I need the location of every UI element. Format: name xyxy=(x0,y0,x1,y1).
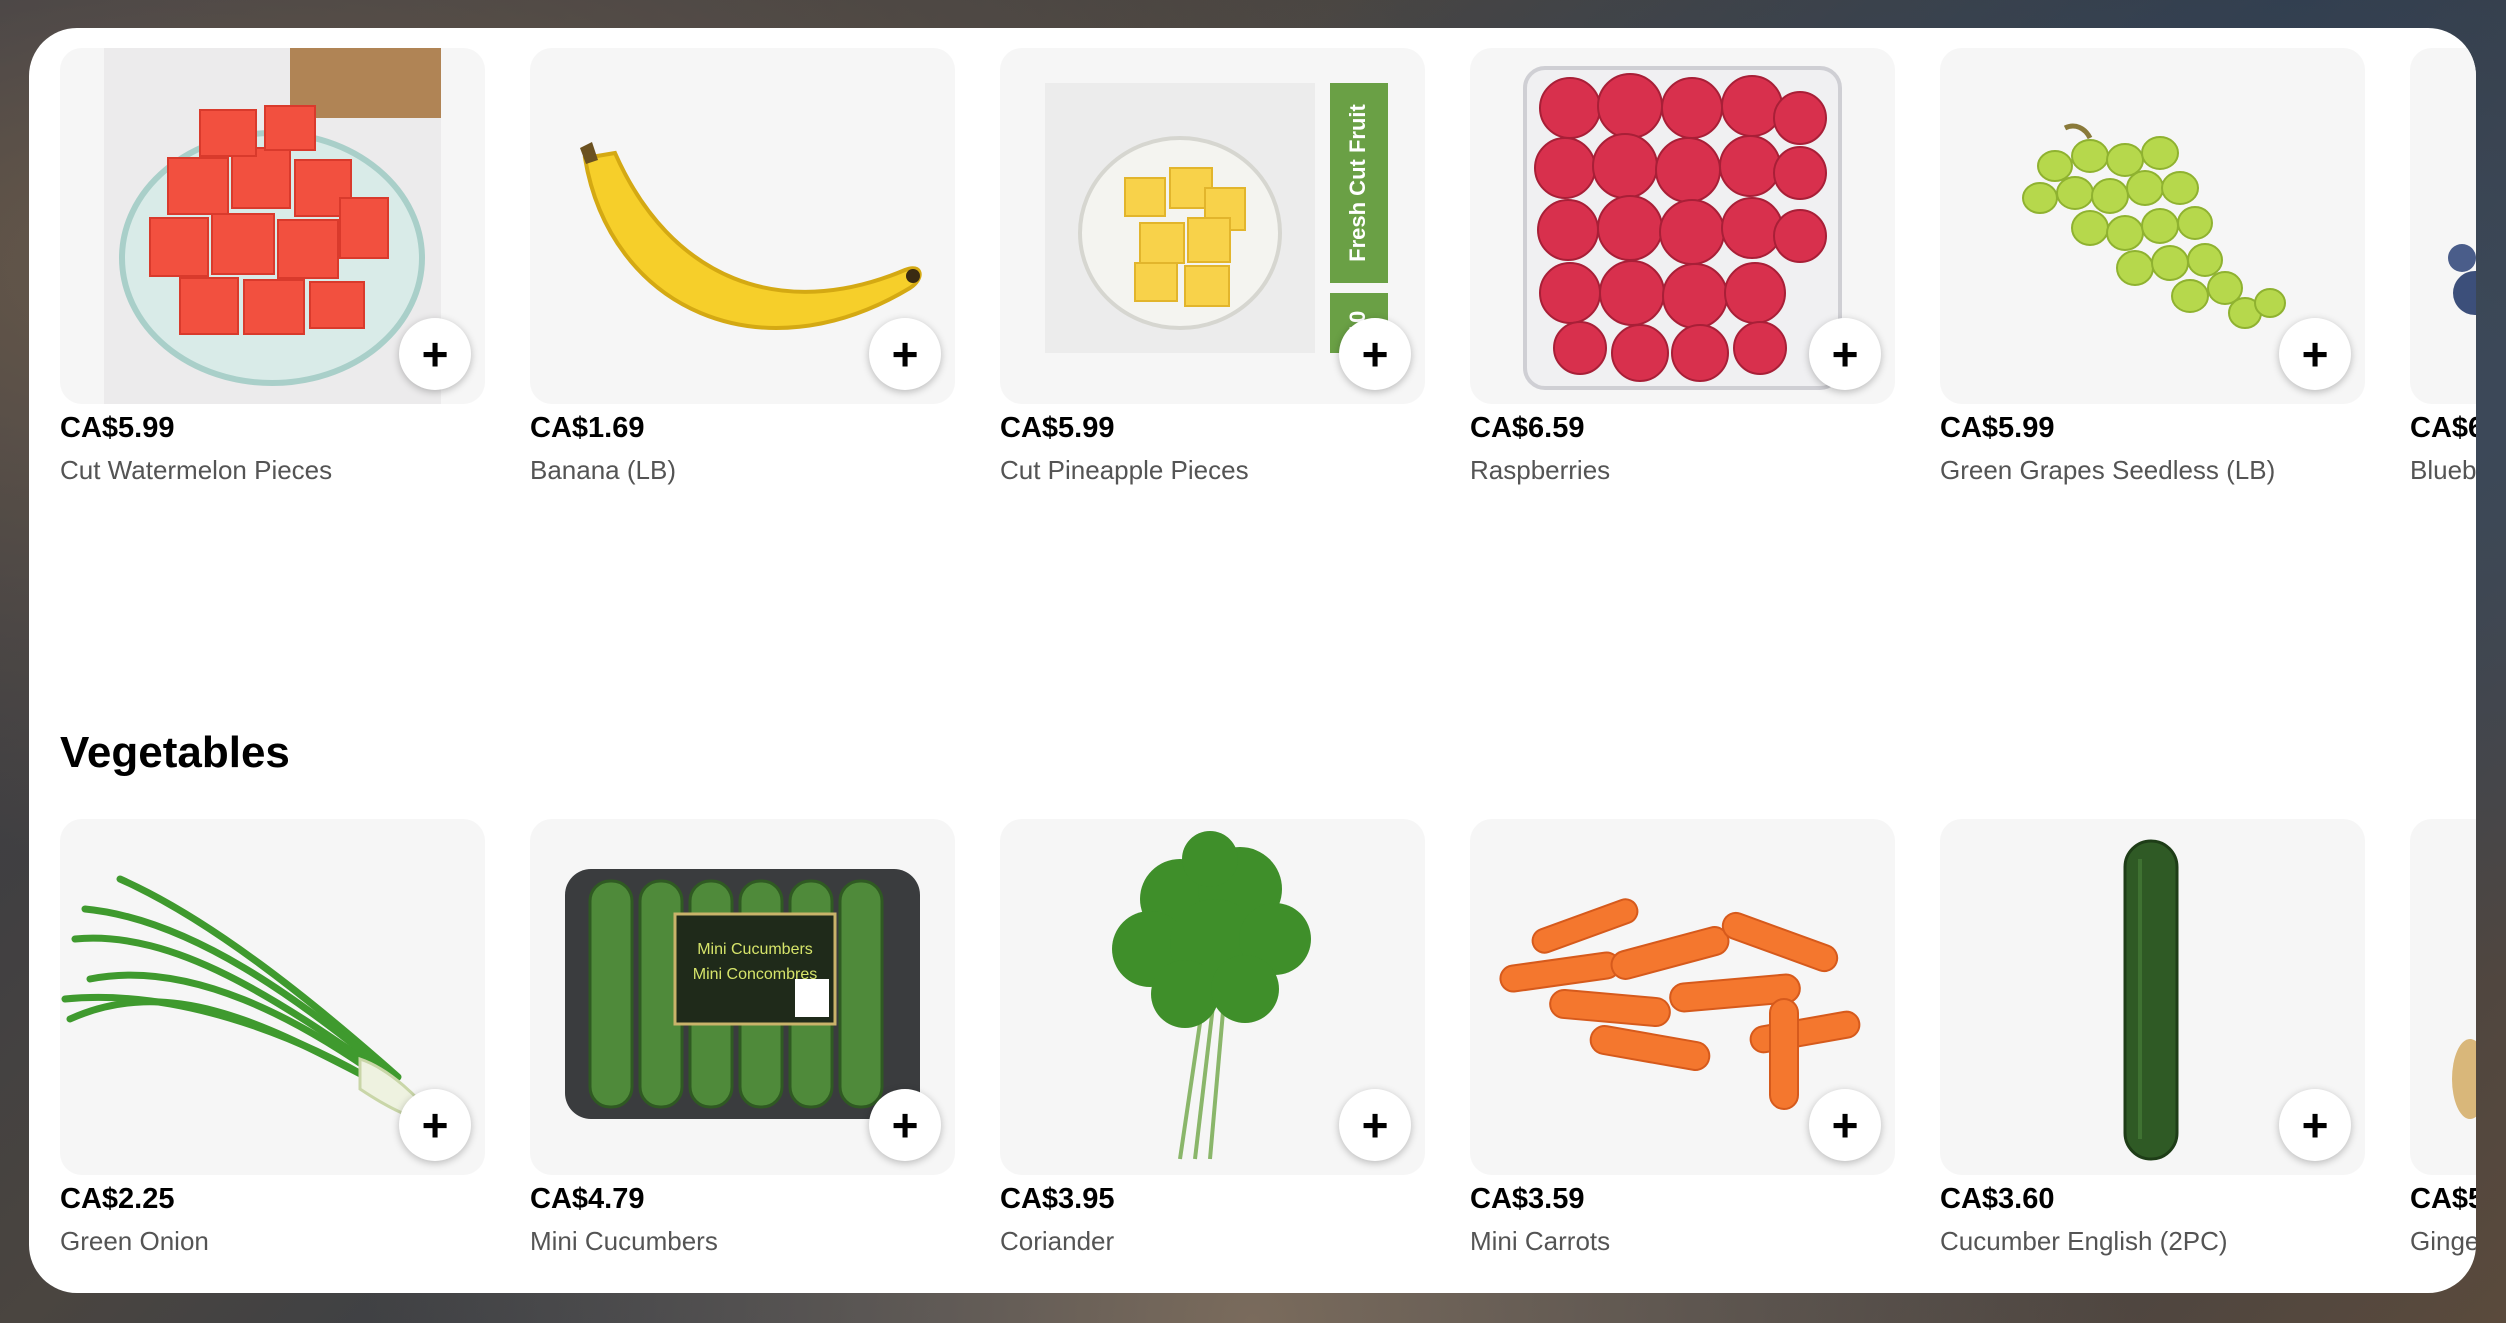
product-card-pineapple[interactable]: Fresh Cut Fruit 10 + CA$5.99 Cut Pineapp… xyxy=(1000,48,1425,486)
product-card-green-onion[interactable]: + CA$2.25 Green Onion xyxy=(60,819,485,1257)
product-image[interactable] xyxy=(2410,819,2476,1175)
product-price: CA$3.59 xyxy=(1470,1183,1585,1215)
product-image[interactable]: + xyxy=(1940,819,2365,1175)
add-to-cart-button[interactable]: + xyxy=(1339,1089,1411,1161)
product-image[interactable]: + xyxy=(530,48,955,404)
product-card-watermelon[interactable]: + CA$5.99 Cut Watermelon Pieces xyxy=(60,48,485,486)
blueberry-icon xyxy=(2448,244,2476,315)
product-image[interactable]: + xyxy=(60,48,485,404)
product-card-blueberries[interactable]: CA$6 Blueb xyxy=(2410,48,2476,486)
product-image[interactable]: Fresh Cut Fruit 10 + xyxy=(1000,48,1425,404)
product-image[interactable]: + xyxy=(1470,819,1895,1175)
product-image[interactable]: Mini Cucumbers Mini Concombres + xyxy=(530,819,955,1175)
product-card-raspberries[interactable]: + CA$6.59 Raspberries xyxy=(1470,48,1895,486)
product-price: CA$3.95 xyxy=(1000,1183,1115,1215)
add-to-cart-button[interactable]: + xyxy=(1809,1089,1881,1161)
section-title-vegetables: Vegetables xyxy=(60,728,290,777)
product-name[interactable]: Cut Pineapple Pieces xyxy=(1000,455,1425,486)
product-price: CA$6 xyxy=(2410,412,2476,444)
product-price: CA$4.79 xyxy=(530,1183,645,1215)
add-to-cart-button[interactable]: + xyxy=(2279,318,2351,390)
product-image[interactable]: + xyxy=(1470,48,1895,404)
product-price: CA$3.60 xyxy=(1940,1183,2055,1215)
product-price: CA$1.69 xyxy=(530,412,645,444)
product-name[interactable]: Coriander xyxy=(1000,1226,1425,1257)
product-name[interactable]: Cut Watermelon Pieces xyxy=(60,455,485,486)
product-image[interactable]: + xyxy=(60,819,485,1175)
product-card-banana[interactable]: + CA$1.69 Banana (LB) xyxy=(530,48,955,486)
product-name[interactable]: Mini Cucumbers xyxy=(530,1226,955,1257)
add-to-cart-button[interactable]: + xyxy=(869,1089,941,1161)
product-image[interactable]: + xyxy=(1000,819,1425,1175)
product-card-coriander[interactable]: + CA$3.95 Coriander xyxy=(1000,819,1425,1257)
product-card-mini-carrots[interactable]: + CA$3.59 Mini Carrots xyxy=(1470,819,1895,1257)
product-name[interactable]: Raspberries xyxy=(1470,455,1895,486)
product-name[interactable]: Cucumber English (2PC) xyxy=(1940,1226,2365,1257)
add-to-cart-button[interactable]: + xyxy=(1339,318,1411,390)
product-card-english-cucumber[interactable]: + CA$3.60 Cucumber English (2PC) xyxy=(1940,819,2365,1257)
product-name[interactable]: Green Grapes Seedless (LB) xyxy=(1940,455,2365,486)
add-to-cart-button[interactable]: + xyxy=(399,318,471,390)
ginger-icon xyxy=(2452,1039,2476,1119)
product-name[interactable]: Blueb xyxy=(2410,455,2476,486)
product-card-green-grapes[interactable]: + CA$5.99 Green Grapes Seedless (LB) xyxy=(1940,48,2365,486)
product-name[interactable]: Mini Carrots xyxy=(1470,1226,1895,1257)
product-name[interactable]: Ginge xyxy=(2410,1226,2476,1257)
svg-text:Mini Cucumbers: Mini Cucumbers xyxy=(697,941,813,958)
product-name[interactable]: Green Onion xyxy=(60,1226,485,1257)
add-to-cart-button[interactable]: + xyxy=(399,1089,471,1161)
add-to-cart-button[interactable]: + xyxy=(2279,1089,2351,1161)
product-image[interactable]: + xyxy=(1940,48,2365,404)
product-price: CA$5.99 xyxy=(1000,412,1115,444)
product-price: CA$6.59 xyxy=(1470,412,1585,444)
product-price: CA$5 xyxy=(2410,1183,2476,1215)
product-card-ginger[interactable]: CA$5 Ginge xyxy=(2410,819,2476,1257)
vegetables-carousel: + CA$2.25 Green Onion Mini Cucumbers Min… xyxy=(60,819,2476,1257)
product-panel: + CA$5.99 Cut Watermelon Pieces + CA$1.6… xyxy=(29,28,2476,1293)
fruits-carousel: + CA$5.99 Cut Watermelon Pieces + CA$1.6… xyxy=(60,48,2476,486)
add-to-cart-button[interactable]: + xyxy=(1809,318,1881,390)
product-price: CA$5.99 xyxy=(60,412,175,444)
product-image[interactable] xyxy=(2410,48,2476,404)
product-card-mini-cucumbers[interactable]: Mini Cucumbers Mini Concombres + CA$4.79… xyxy=(530,819,955,1257)
add-to-cart-button[interactable]: + xyxy=(869,318,941,390)
product-price: CA$5.99 xyxy=(1940,412,2055,444)
svg-text:Fresh Cut Fruit: Fresh Cut Fruit xyxy=(1345,103,1370,261)
product-price: CA$2.25 xyxy=(60,1183,175,1215)
product-name[interactable]: Banana (LB) xyxy=(530,455,955,486)
